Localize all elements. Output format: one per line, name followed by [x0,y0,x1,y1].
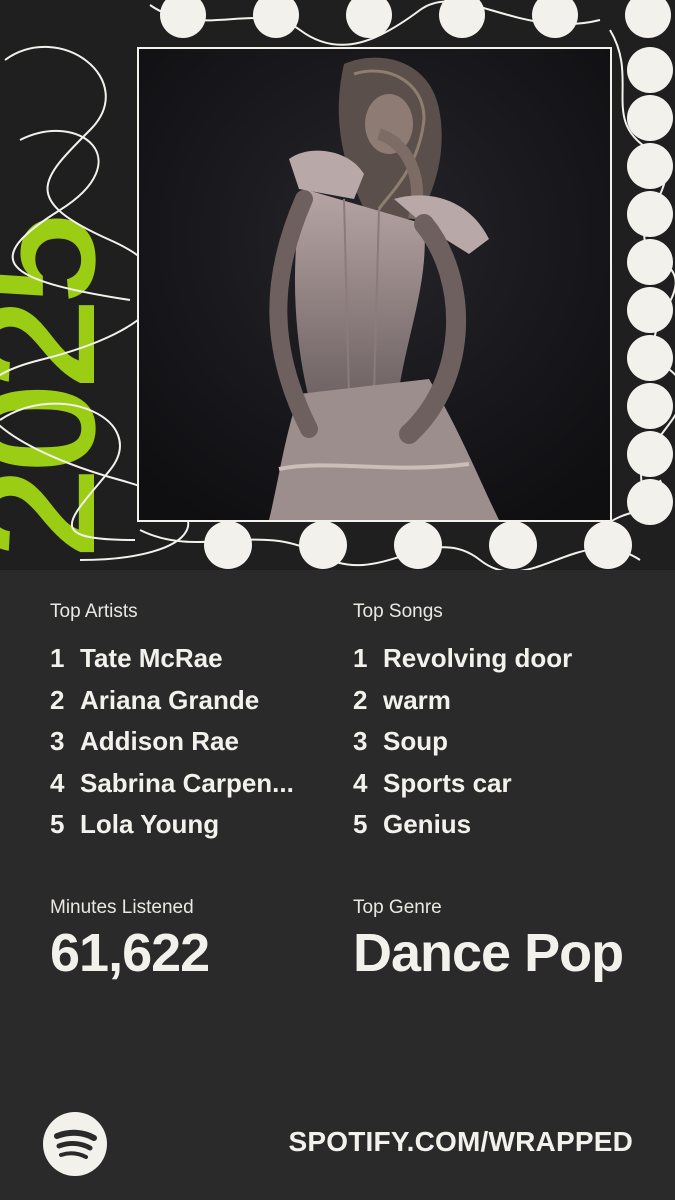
svg-text:2025: 2025 [0,216,133,560]
artist-item: 4 Sabrina Carpen... [50,767,294,798]
wrapped-url-link[interactable]: SPOTIFY.COM/WRAPPED [289,1126,634,1158]
song-item: 2 warm [353,684,451,715]
portrait-image [139,49,610,520]
song-item: 3 Soup [353,726,448,756]
top-artists-list: 1 Tate McRae 2 Ariana Grande 3 Addison Rae … [50,638,340,846]
song-item: 1 Revolving door [353,643,573,673]
hero-graphic: 2025 [0,0,675,570]
song-item: 4 Sports car [353,767,512,798]
minutes-value: 61,622 [50,923,210,983]
genre-label: Top Genre [353,897,442,918]
wrapped-card: 2025 Top Artists 1 Tate McRae 2 Ariana G… [0,0,675,1200]
genre-value: Dance Pop [353,923,624,983]
top-artists-section: Top Artists 1 Tate McRae 2 Ariana Grande 3… [50,600,340,846]
dot-row-bottom [204,521,632,569]
year-2025-graphic: 2025 [0,0,135,570]
top-songs-list: 1 Revolving door 2 warm 3 Soup 4 Sports car … [353,638,643,846]
dot-column-right [627,47,673,525]
top-genre: Top Genre Dance Pop [353,896,624,984]
song-item: 5 Genius [353,809,472,839]
top-songs-label: Top Songs [353,601,443,622]
footer: SPOTIFY.COM/WRAPPED [0,1100,675,1180]
minutes-label: Minutes Listened [50,897,194,918]
artist-item: 5 Lola Young [50,809,220,839]
stats-section: Top Artists 1 Tate McRae 2 Ariana Grande 3… [0,570,675,1200]
artist-item: 2 Ariana Grande [50,684,260,715]
artist-item: 1 Tate McRae [50,643,223,673]
minutes-listened: Minutes Listened 61,622 [50,896,210,984]
top-songs-section: Top Songs 1 Revolving door 2 warm 3 Soup 4S… [353,600,643,846]
album-photo [137,47,612,522]
spotify-logo-icon[interactable] [43,1112,107,1176]
top-artists-label: Top Artists [50,601,138,622]
artist-item: 3 Addison Rae [50,726,239,756]
